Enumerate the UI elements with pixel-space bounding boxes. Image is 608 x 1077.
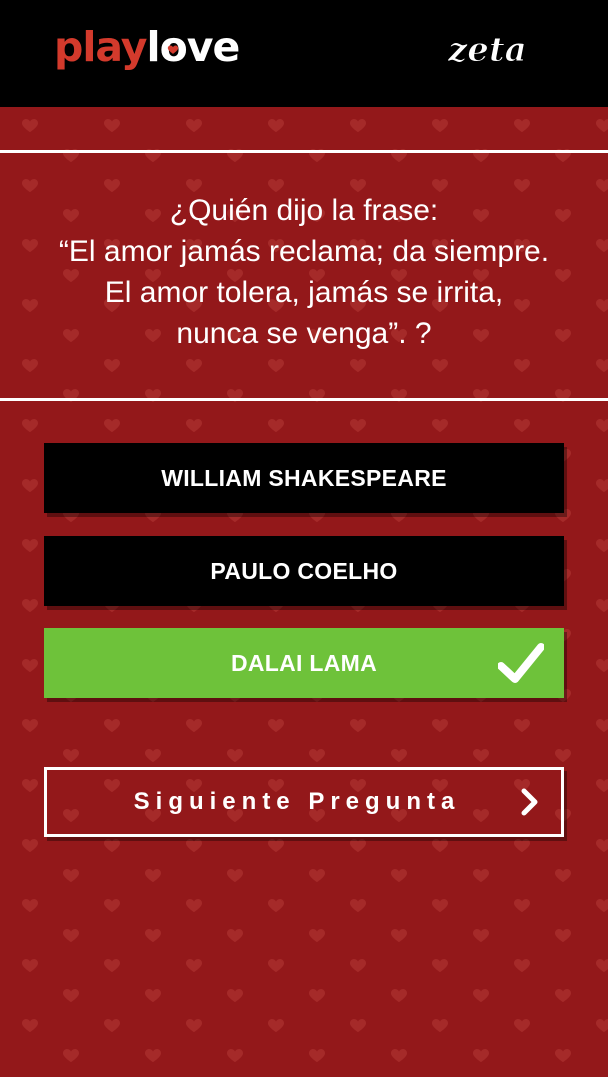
answer-label: DALAI LAMA: [230, 649, 378, 676]
divider-bottom: [0, 398, 608, 401]
chevron-right-icon: [521, 788, 538, 816]
heart-icon: [167, 44, 179, 54]
next-question-label: Siguiente Pregunta: [133, 788, 461, 815]
answer-label: WILLIAM SHAKESPEARE: [161, 464, 447, 491]
divider-top: [0, 150, 608, 153]
next-question-button[interactable]: Siguiente Pregunta: [44, 767, 564, 837]
app-header: playlove zeta: [0, 0, 608, 107]
answer-option-1[interactable]: WILLIAM SHAKESPEARE: [44, 443, 564, 513]
answer-option-2[interactable]: PAULO COELHO: [44, 536, 564, 606]
svg-text:zeta: zeta: [447, 30, 527, 70]
answer-option-3-correct[interactable]: DALAI LAMA: [44, 628, 564, 698]
question-text: ¿Quién dijo la frase: “El amor jamás rec…: [58, 194, 550, 350]
zeta-logo: zeta: [447, 30, 528, 70]
playlove-logo: playlove: [54, 23, 240, 71]
answer-label: PAULO COELHO: [210, 557, 398, 584]
check-icon: [498, 643, 544, 683]
